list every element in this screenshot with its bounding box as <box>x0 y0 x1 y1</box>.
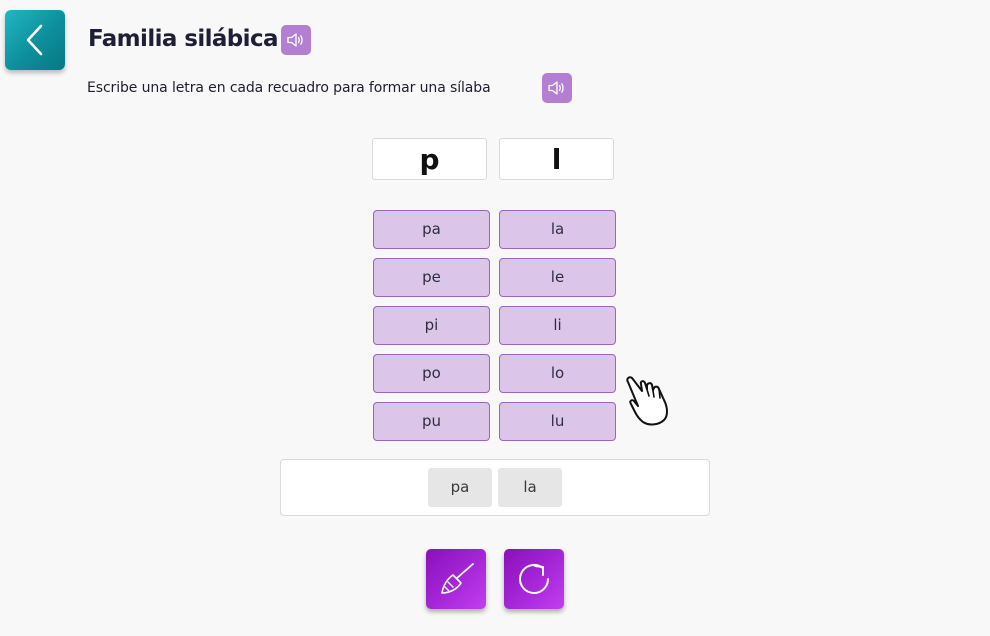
letter-input-1[interactable] <box>372 138 487 180</box>
syllable-column-1: pa pe pi po pu <box>373 210 490 450</box>
syllable-button[interactable]: li <box>499 306 616 345</box>
broom-icon <box>441 563 474 594</box>
syllable-button[interactable]: pi <box>373 306 490 345</box>
syllable-button[interactable]: la <box>499 210 616 249</box>
chevron-left-icon <box>26 24 43 56</box>
syllable-button[interactable]: po <box>373 354 490 393</box>
clear-button[interactable] <box>426 549 486 609</box>
speaker-icon <box>287 33 303 47</box>
syllable-button[interactable]: pa <box>373 210 490 249</box>
letter-input-2[interactable] <box>499 138 614 180</box>
instruction-audio-button[interactable] <box>542 73 572 103</box>
syllable-column-2: la le li lo lu <box>499 210 616 450</box>
redo-icon <box>519 564 549 594</box>
result-chip[interactable]: la <box>498 468 562 507</box>
result-area <box>280 459 710 516</box>
page-title: Familia silábica <box>88 26 279 52</box>
redo-button[interactable] <box>504 549 564 609</box>
instruction-text: Escribe una letra en cada recuadro para … <box>87 80 491 96</box>
syllable-button[interactable]: pu <box>373 402 490 441</box>
syllable-button[interactable]: lu <box>499 402 616 441</box>
back-button[interactable] <box>5 10 65 70</box>
title-audio-button[interactable] <box>281 25 311 55</box>
speaker-icon <box>548 81 564 95</box>
result-chip[interactable]: pa <box>428 468 492 507</box>
hand-pointer-icon <box>626 376 668 426</box>
syllable-button[interactable]: lo <box>499 354 616 393</box>
syllable-button[interactable]: pe <box>373 258 490 297</box>
syllable-button[interactable]: le <box>499 258 616 297</box>
